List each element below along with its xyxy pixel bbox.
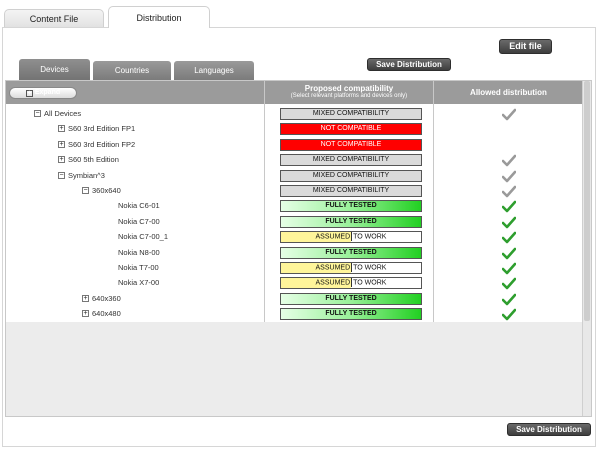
compatibility-badge[interactable]: MIXED COMPATIBILITY bbox=[280, 185, 422, 197]
device-label: Nokia N8-00 bbox=[118, 247, 160, 257]
device-label: 360x640 bbox=[92, 186, 121, 195]
table-row: +640x480 FULLY TESTED bbox=[6, 307, 583, 322]
table-row: Nokia X7-00 ASSUMED TO WORK bbox=[6, 276, 583, 291]
proposed-header-label: Proposed compatibility bbox=[304, 84, 394, 93]
device-label: Nokia C7-00 bbox=[118, 216, 160, 226]
expand-node-icon[interactable]: + bbox=[58, 140, 65, 148]
compatibility-badge[interactable]: FULLY TESTED bbox=[280, 246, 422, 259]
compatibility-badge[interactable]: FULLY TESTED bbox=[280, 215, 422, 228]
top-tab-bar: Content File Distribution bbox=[0, 0, 600, 28]
column-divider bbox=[433, 104, 434, 322]
table-row: −360x640 MIXED COMPATIBILITY bbox=[6, 184, 583, 199]
subtab-countries[interactable]: Countries bbox=[93, 61, 171, 80]
expand-node-icon[interactable]: + bbox=[58, 156, 65, 164]
green-check-icon[interactable] bbox=[501, 277, 517, 290]
device-label: Nokia X7-00 bbox=[118, 278, 160, 288]
edit-file-button[interactable]: Edit file bbox=[499, 39, 552, 54]
compatibility-badge[interactable]: MIXED COMPATIBILITY bbox=[280, 154, 422, 167]
divider bbox=[351, 263, 353, 272]
table-row: + S60 5th Edition MIXED COMPATIBILITY bbox=[6, 153, 583, 168]
compatibility-badge[interactable]: MIXED COMPATIBILITY bbox=[280, 169, 422, 182]
grey-check-icon[interactable] bbox=[501, 185, 517, 198]
device-label: Nokia C7-00_1 bbox=[118, 232, 169, 242]
allowed-header-label: Allowed distribution bbox=[470, 88, 547, 97]
grey-check-icon[interactable] bbox=[501, 170, 517, 183]
device-label: 640x480 bbox=[92, 309, 121, 319]
save-distribution-button-bottom[interactable]: Save Distribution bbox=[507, 423, 591, 436]
compatibility-text-assumed: ASSUMED bbox=[315, 264, 351, 272]
compatibility-text-to-work: TO WORK bbox=[353, 264, 387, 272]
tab-distribution[interactable]: Distribution bbox=[108, 6, 210, 28]
save-distribution-button-top[interactable]: Save Distribution bbox=[367, 58, 451, 71]
device-label: Nokia C6-01 bbox=[118, 201, 160, 211]
distribution-panel: Edit file Save Distribution Devices Coun… bbox=[2, 27, 596, 447]
table-row: Nokia T7-00 ASSUMED TO WORK bbox=[6, 261, 583, 276]
tree-column-header: + Expand bbox=[6, 81, 264, 104]
subtab-languages[interactable]: Languages bbox=[174, 61, 254, 80]
compatibility-text-assumed: ASSUMED bbox=[315, 233, 351, 241]
devices-grid: + Expand Proposed compatibility (Select r… bbox=[5, 80, 592, 417]
tab-content-file[interactable]: Content File bbox=[4, 9, 104, 27]
collapse-node-icon[interactable]: − bbox=[58, 171, 65, 179]
compatibility-text-to-work: TO WORK bbox=[353, 233, 387, 241]
grid-header: + Expand Proposed compatibility (Select r… bbox=[6, 81, 583, 104]
grey-check-icon[interactable] bbox=[501, 154, 517, 167]
table-row: − All Devices MIXED COMPATIBILITY bbox=[6, 107, 583, 122]
expand-node-icon[interactable]: + bbox=[82, 294, 89, 302]
table-row: − Symbian^3 MIXED COMPATIBILITY bbox=[6, 169, 583, 184]
table-row: Nokia C6-01 FULLY TESTED bbox=[6, 199, 583, 214]
green-check-icon[interactable] bbox=[501, 247, 517, 260]
table-row: Nokia C7-00 FULLY TESTED bbox=[6, 215, 583, 230]
expand-icon: + bbox=[25, 90, 33, 97]
collapse-node-icon[interactable]: − bbox=[34, 110, 41, 117]
device-rows: − All Devices MIXED COMPATIBILITY + S60 3rd … bbox=[6, 104, 583, 322]
expand-node-icon[interactable]: + bbox=[58, 125, 65, 133]
proposed-column-header: Proposed compatibility (Select relevant … bbox=[264, 81, 433, 104]
device-label: S60 3rd Edition FP1 bbox=[68, 124, 136, 134]
table-row: + S60 3rd Edition FP2 NOT COMPATIBLE bbox=[6, 138, 583, 153]
divider bbox=[351, 278, 353, 288]
device-label: S60 5th Edition bbox=[68, 155, 119, 165]
compatibility-badge[interactable]: ASSUMED TO WORK bbox=[280, 277, 422, 290]
table-row: Nokia C7-00_1 ASSUMED TO WORK bbox=[6, 230, 583, 245]
device-label: All Devices bbox=[44, 109, 82, 118]
compatibility-badge[interactable]: ASSUMED TO WORK bbox=[280, 262, 422, 274]
compatibility-badge[interactable]: ASSUMED TO WORK bbox=[280, 231, 422, 244]
green-check-icon[interactable] bbox=[501, 262, 517, 275]
table-row: + S60 3rd Edition FP1 NOT COMPATIBLE bbox=[6, 122, 583, 137]
compatibility-badge[interactable]: MIXED COMPATIBILITY bbox=[280, 108, 422, 120]
subtab-devices[interactable]: Devices bbox=[19, 59, 90, 80]
green-check-icon[interactable] bbox=[501, 216, 517, 229]
compatibility-text-to-work: TO WORK bbox=[353, 279, 387, 287]
green-check-icon[interactable] bbox=[501, 200, 517, 213]
column-divider bbox=[264, 104, 265, 322]
device-label: 640x360 bbox=[92, 293, 121, 303]
green-check-icon[interactable] bbox=[501, 308, 517, 321]
green-check-icon[interactable] bbox=[501, 231, 517, 244]
compatibility-badge[interactable]: FULLY TESTED bbox=[280, 308, 422, 321]
compatibility-badge[interactable]: NOT COMPATIBLE bbox=[280, 138, 422, 151]
divider bbox=[351, 232, 353, 242]
table-row: Nokia N8-00 FULLY TESTED bbox=[6, 246, 583, 261]
compatibility-badge[interactable]: NOT COMPATIBLE bbox=[280, 123, 422, 136]
device-label: S60 3rd Edition FP2 bbox=[68, 139, 136, 149]
compatibility-badge[interactable]: FULLY TESTED bbox=[280, 200, 422, 213]
device-label: Nokia T7-00 bbox=[118, 263, 159, 272]
table-row: +640x360 FULLY TESTED bbox=[6, 292, 583, 307]
expand-button[interactable]: + Expand bbox=[9, 87, 77, 99]
expand-node-icon[interactable]: + bbox=[82, 310, 89, 318]
green-check-icon[interactable] bbox=[501, 293, 517, 306]
compatibility-badge[interactable]: FULLY TESTED bbox=[280, 292, 422, 305]
grey-check-icon[interactable] bbox=[501, 108, 517, 121]
device-label: Symbian^3 bbox=[68, 170, 105, 180]
compatibility-text-assumed: ASSUMED bbox=[315, 279, 351, 287]
allowed-column-header: Allowed distribution bbox=[433, 81, 583, 104]
vertical-scrollbar[interactable] bbox=[582, 81, 591, 416]
scrollbar-thumb[interactable] bbox=[584, 81, 590, 321]
collapse-node-icon[interactable]: − bbox=[82, 187, 89, 194]
proposed-header-hint: (Select relevant platforms and devices o… bbox=[290, 93, 408, 99]
